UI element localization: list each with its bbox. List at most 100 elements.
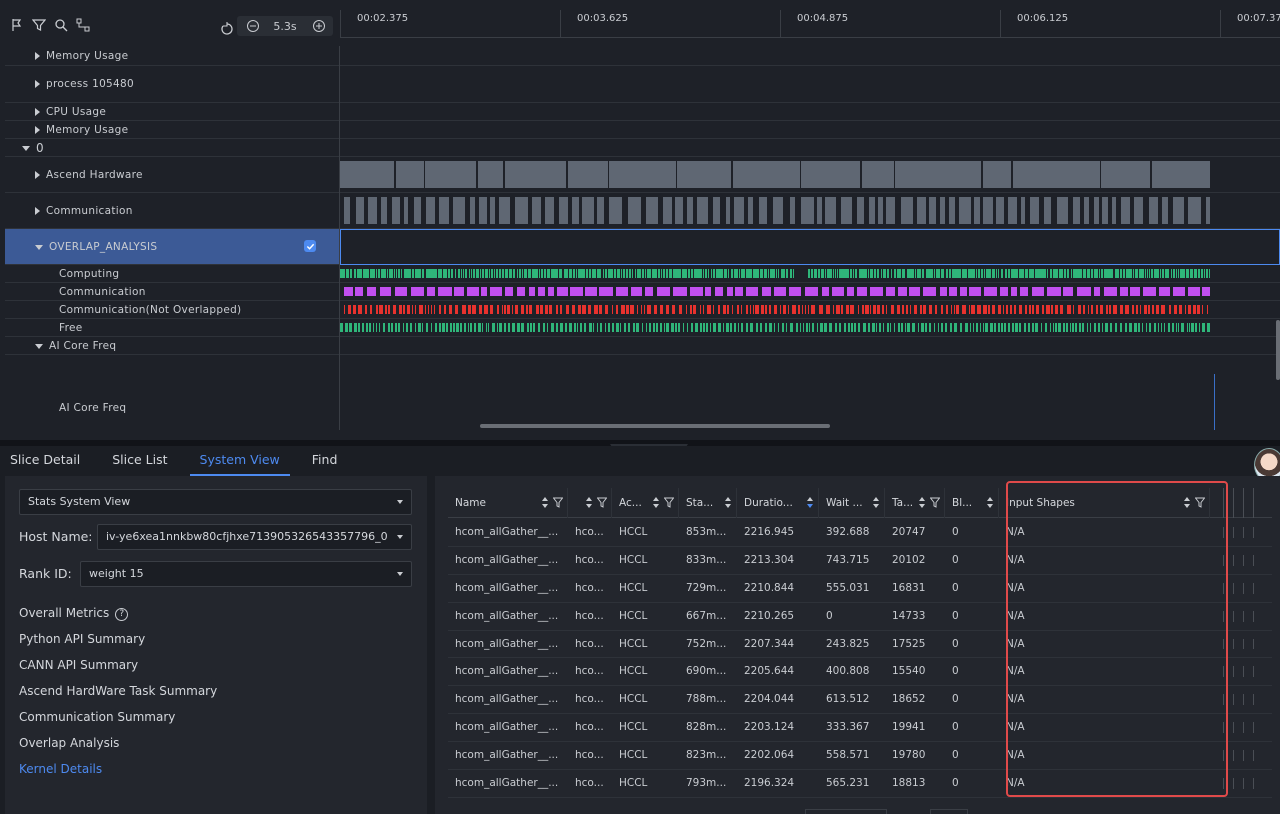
timeline-slice[interactable]	[666, 323, 669, 332]
timeline-slice[interactable]	[968, 305, 971, 314]
timeline-slice[interactable]	[1102, 197, 1109, 224]
timeline-slice[interactable]	[836, 305, 840, 314]
timeline-slice[interactable]	[646, 197, 658, 224]
timeline-slice[interactable]	[922, 305, 927, 314]
timeline-slice[interactable]	[886, 287, 896, 296]
timeline-slice[interactable]	[443, 305, 446, 314]
timeline-slice[interactable]	[1174, 305, 1178, 314]
timeline-slice[interactable]	[863, 323, 866, 332]
timeline-slice[interactable]	[990, 323, 993, 332]
timeline-slice[interactable]	[1132, 269, 1135, 278]
collapse-caret-icon[interactable]	[35, 344, 43, 349]
timeline-slice[interactable]	[1124, 323, 1128, 332]
timeline-slice[interactable]	[1150, 269, 1153, 278]
menu-kernel-details[interactable]: Kernel Details	[19, 762, 102, 776]
timeline-slice[interactable]	[1015, 323, 1018, 332]
timeline-slice[interactable]	[988, 305, 991, 314]
timeline-slice[interactable]	[804, 305, 807, 314]
timeline-slice[interactable]	[662, 197, 673, 224]
timeline-slice[interactable]	[956, 305, 959, 314]
timeline-slice[interactable]	[1075, 323, 1077, 332]
timeline-slice[interactable]	[559, 269, 563, 278]
timeline-slice[interactable]	[592, 323, 595, 332]
timeline-slice[interactable]	[746, 287, 759, 296]
timeline-slice[interactable]	[1185, 269, 1189, 278]
timeline-slice[interactable]	[1063, 269, 1066, 278]
timeline-slice[interactable]	[437, 287, 452, 296]
timeline-slice[interactable]	[971, 305, 976, 314]
timeline-slice[interactable]	[992, 305, 996, 314]
timeline-slice[interactable]	[1206, 197, 1210, 224]
timeline-slice[interactable]	[616, 305, 619, 314]
timeline-slice[interactable]	[735, 287, 743, 296]
timeline-slice[interactable]	[727, 269, 730, 278]
timeline-slice[interactable]	[709, 323, 712, 332]
timeline-slice[interactable]	[498, 323, 502, 332]
timeline-slice[interactable]	[1018, 323, 1022, 332]
menu-overall-metrics[interactable]: Overall Metrics?	[19, 606, 129, 621]
timeline-slice[interactable]	[897, 323, 901, 332]
timeline-slice[interactable]	[1059, 305, 1064, 314]
timeline-slice[interactable]	[832, 305, 834, 314]
timeline-slice[interactable]	[1188, 197, 1202, 224]
timeline-slice[interactable]	[740, 305, 743, 314]
timeline-slice[interactable]	[495, 269, 499, 278]
timeline-slice[interactable]	[1082, 305, 1085, 314]
timeline-slice[interactable]	[491, 323, 495, 332]
timeline-slice[interactable]	[537, 287, 545, 296]
timeline-slice[interactable]	[717, 305, 720, 314]
timeline-slice[interactable]	[1024, 305, 1028, 314]
timeline-slice[interactable]	[1144, 269, 1146, 278]
timeline-slice[interactable]	[449, 305, 453, 314]
timeline-slice[interactable]	[521, 305, 524, 314]
timeline-slice[interactable]	[870, 287, 884, 296]
timeline-slice[interactable]	[846, 305, 849, 314]
timeline-slice[interactable]	[774, 287, 787, 296]
timeline-slice[interactable]	[1188, 323, 1190, 332]
timeline-slice[interactable]	[1198, 323, 1200, 332]
track-row-cpu-usage[interactable]: CPU Usage	[5, 103, 339, 121]
timeline-slice[interactable]	[757, 269, 760, 278]
timeline-slice[interactable]	[872, 305, 877, 314]
timeline-slice[interactable]	[343, 269, 346, 278]
link-icon[interactable]	[73, 15, 93, 35]
timeline-slice[interactable]	[565, 305, 570, 314]
timeline-slice[interactable]	[1024, 323, 1026, 332]
timeline-slice[interactable]	[829, 323, 832, 332]
timeline-slice[interactable]	[843, 323, 846, 332]
timeline-slice[interactable]	[1197, 305, 1200, 314]
timeline-slice[interactable]	[1191, 323, 1194, 332]
menu-overlap-analysis[interactable]: Overlap Analysis	[19, 736, 119, 750]
timeline-slice[interactable]	[1172, 287, 1185, 296]
timeline-slice[interactable]	[564, 269, 568, 278]
timeline-slice[interactable]	[841, 197, 852, 224]
timeline-slice[interactable]	[1205, 269, 1209, 278]
timeline-slice[interactable]	[393, 305, 397, 314]
timeline-slice[interactable]	[503, 323, 507, 332]
track-canvas[interactable]	[340, 46, 1280, 430]
timeline-slice[interactable]	[1036, 305, 1040, 314]
timeline-slice[interactable]	[1069, 323, 1071, 332]
timeline-slice[interactable]	[1141, 323, 1143, 332]
timeline-slice[interactable]	[516, 287, 525, 296]
timeline-slice[interactable]	[425, 323, 429, 332]
timeline-slice[interactable]	[817, 197, 822, 224]
timeline-slice[interactable]	[604, 305, 608, 314]
timeline-slice[interactable]	[478, 305, 483, 314]
track-row-free[interactable]: Free	[5, 319, 339, 337]
timeline-slice[interactable]	[980, 269, 983, 278]
timeline-slice[interactable]	[386, 269, 388, 278]
timeline-slice[interactable]	[863, 269, 867, 278]
timeline-slice[interactable]	[633, 323, 636, 332]
timeline-slice[interactable]	[545, 197, 554, 224]
timeline-slice[interactable]	[777, 323, 780, 332]
timeline-slice[interactable]	[1175, 323, 1177, 332]
timeline-slice[interactable]	[999, 287, 1009, 296]
timeline-slice[interactable]	[994, 323, 996, 332]
timeline-slice[interactable]	[1148, 323, 1152, 332]
track-row-process[interactable]: process 105480	[5, 66, 339, 103]
timeline-slice[interactable]	[394, 287, 408, 296]
timeline-slice[interactable]	[1103, 287, 1117, 296]
track-row-not-overlapped[interactable]: Communication(Not Overlapped)	[5, 301, 339, 319]
timeline-slice[interactable]	[1066, 269, 1070, 278]
